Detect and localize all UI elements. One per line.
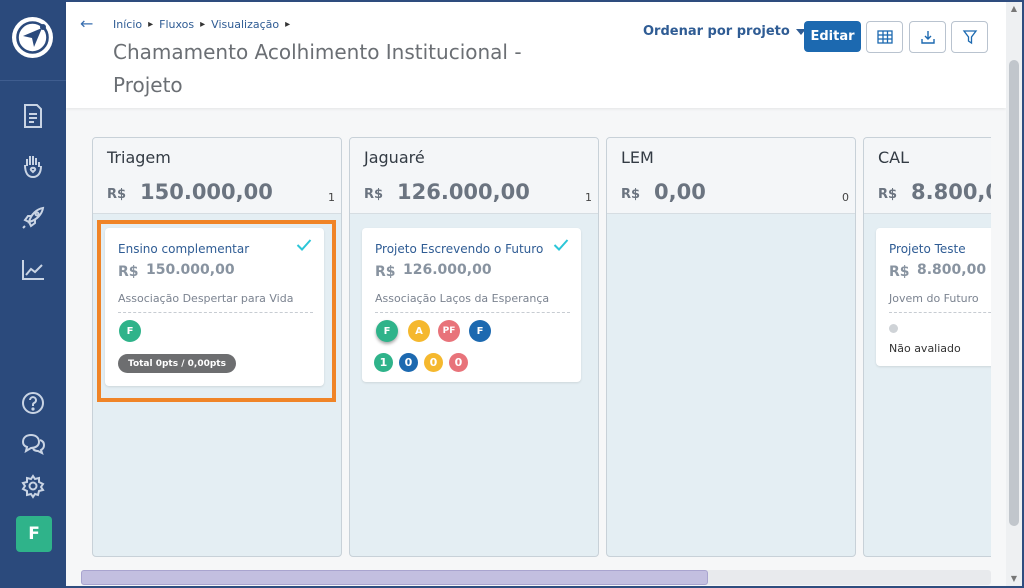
column-name: LEM [621, 148, 654, 167]
sidebar-divider [0, 80, 66, 81]
help-icon[interactable] [19, 389, 47, 417]
count-badge: 0 [424, 353, 443, 372]
sort-label: Ordenar por projeto [643, 24, 790, 39]
filter-button[interactable] [951, 21, 988, 53]
breadcrumb-item-inicio[interactable]: Início [113, 18, 142, 31]
column-name: Jaguaré [364, 148, 425, 167]
column-cal: CAL R$ 8.800,00 Projeto Teste R$ 8.800,0… [863, 137, 991, 557]
hand-heart-icon[interactable] [19, 152, 47, 180]
status-dot [889, 324, 898, 333]
column-currency: R$ [364, 187, 384, 202]
card-divider [375, 312, 570, 313]
column-total: 150.000,00 [140, 180, 273, 204]
count-badge: 0 [399, 353, 418, 372]
evaluator-badge[interactable]: A [408, 320, 430, 342]
column-header: CAL R$ 8.800,00 [864, 138, 991, 214]
scroll-up-icon[interactable]: ▲ [1008, 4, 1020, 13]
card-amount: 126.000,00 [403, 262, 492, 278]
breadcrumb-item-fluxos[interactable]: Fluxos [159, 18, 194, 31]
gear-icon[interactable] [19, 472, 47, 500]
table-view-button[interactable] [866, 21, 903, 53]
card-status: Não avaliado [889, 342, 961, 355]
score-pill: Total 0pts / 0,00pts [118, 354, 236, 373]
column-header: LEM R$ 0,00 0 [607, 138, 855, 214]
back-arrow-icon[interactable]: ← [80, 14, 93, 33]
chat-icon[interactable] [19, 430, 47, 458]
card-title[interactable]: Projeto Escrevendo o Futuro [375, 242, 543, 256]
evaluator-badge[interactable]: F [469, 320, 491, 342]
document-icon[interactable] [19, 102, 47, 130]
card-currency: R$ [889, 264, 910, 280]
download-icon [920, 31, 935, 44]
edit-button[interactable]: Editar [804, 21, 861, 52]
column-jaguare: Jaguaré R$ 126.000,00 1 Projeto Escreven… [349, 137, 599, 557]
count-badge: 1 [374, 353, 393, 372]
count-badge: 0 [449, 353, 468, 372]
column-count: 1 [585, 191, 592, 204]
column-total: 126.000,00 [397, 180, 530, 204]
evaluator-badge[interactable]: PF [438, 320, 460, 342]
table-icon [876, 30, 893, 44]
evaluator-badge[interactable]: F [119, 320, 141, 342]
card-organization: Jovem do Futuro [889, 292, 979, 305]
card-organization: Associação Laços da Esperança [375, 292, 550, 305]
column-total: 0,00 [654, 180, 706, 204]
card-currency: R$ [375, 264, 396, 280]
column-name: Triagem [107, 148, 171, 167]
column-count: 0 [842, 191, 849, 204]
card-currency: R$ [118, 264, 139, 280]
project-card[interactable]: Projeto Escrevendo o Futuro R$ 126.000,0… [362, 228, 581, 382]
breadcrumb-item-visualizacao[interactable]: Visualização [211, 18, 279, 31]
card-divider [118, 312, 313, 313]
card-title[interactable]: Projeto Teste [889, 242, 966, 256]
download-button[interactable] [909, 21, 946, 53]
chevron-right-icon: ▸ [200, 19, 206, 30]
card-title[interactable]: Ensino complementar [118, 242, 249, 256]
logo-icon[interactable] [12, 17, 53, 58]
column-name: CAL [878, 148, 910, 167]
column-total: 8.800,00 [911, 180, 991, 204]
column-header: Jaguaré R$ 126.000,00 1 [350, 138, 598, 214]
column-count: 1 [328, 191, 335, 204]
card-amount: 8.800,00 [917, 262, 987, 278]
column-currency: R$ [878, 187, 898, 202]
horizontal-scrollbar-thumb[interactable] [81, 570, 708, 585]
breadcrumb: Início ▸ Fluxos ▸ Visualização ▸ [113, 18, 290, 31]
column-currency: R$ [107, 187, 127, 202]
avatar[interactable]: F [16, 516, 52, 552]
check-icon [553, 239, 569, 251]
column-lem: LEM R$ 0,00 0 [606, 137, 856, 557]
column-currency: R$ [621, 187, 641, 202]
column-header: Triagem R$ 150.000,00 1 [93, 138, 341, 214]
filter-icon [962, 30, 977, 45]
card-amount: 150.000,00 [146, 262, 235, 278]
page-title: Chamamento Acolhimento Institucional - P… [113, 40, 522, 97]
card-organization: Associação Despertar para Vida [118, 292, 294, 305]
card-divider [889, 312, 991, 313]
evaluator-badge[interactable]: F [376, 320, 398, 342]
sidebar: F [0, 0, 66, 588]
project-card[interactable]: Projeto Teste R$ 8.800,00 Jovem do Futur… [876, 228, 991, 366]
rocket-icon[interactable] [19, 204, 47, 232]
page-header: ← Início ▸ Fluxos ▸ Visualização ▸ Chama… [66, 2, 1006, 108]
chevron-right-icon: ▸ [148, 19, 154, 30]
sort-dropdown[interactable]: Ordenar por projeto [643, 24, 806, 39]
project-card[interactable]: Ensino complementar R$ 150.000,00 Associ… [105, 228, 324, 386]
column-triagem: Triagem R$ 150.000,00 1 Ensino complemen… [92, 137, 342, 557]
scroll-down-icon[interactable]: ▼ [1008, 574, 1020, 583]
vertical-scrollbar-thumb[interactable] [1009, 60, 1019, 526]
chart-line-icon[interactable] [19, 256, 47, 284]
chevron-right-icon: ▸ [285, 19, 291, 30]
check-icon [296, 239, 312, 251]
